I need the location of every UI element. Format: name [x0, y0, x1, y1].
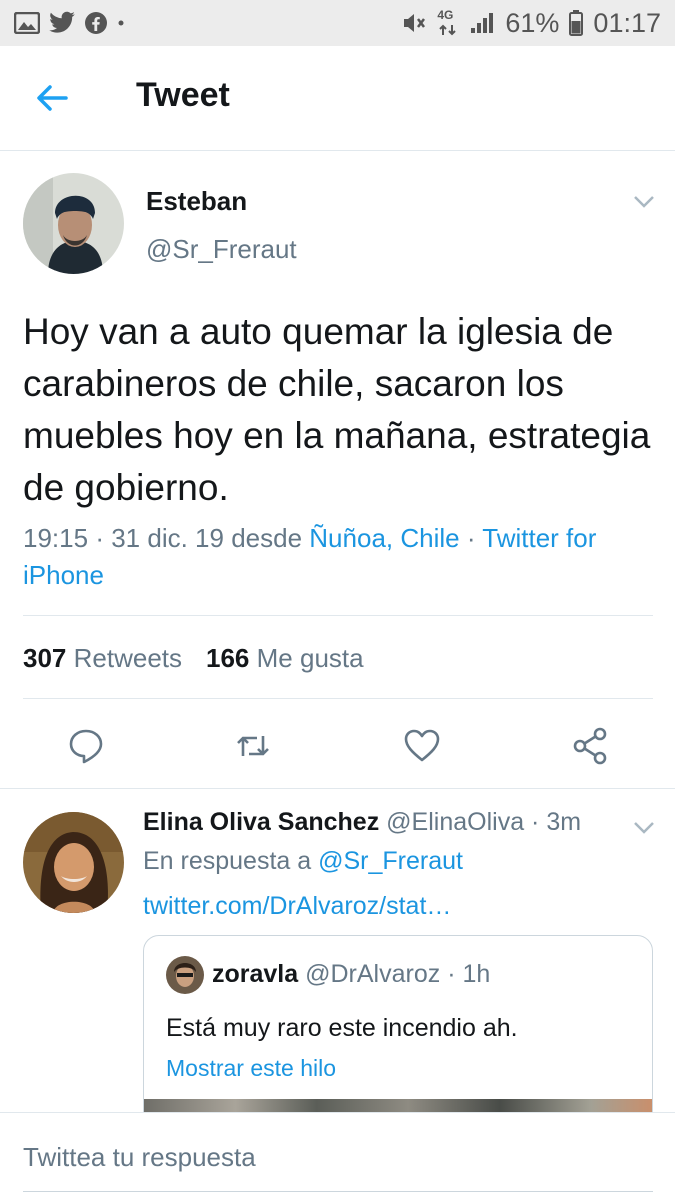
divider [23, 698, 653, 699]
author-name[interactable]: Esteban [146, 186, 247, 217]
tweet-metadata: 19:15 · 31 dic. 19 desde Ñuñoa, Chile · … [23, 523, 597, 590]
back-button[interactable] [30, 78, 74, 118]
battery-icon [569, 10, 584, 36]
reply-author-name[interactable]: Elina Oliva Sanchez [143, 808, 379, 836]
likes-stat[interactable]: 166 Me gusta [206, 643, 364, 674]
facebook-icon [84, 11, 108, 35]
quoted-tweet-text: Está muy raro este incendio ah. [166, 1014, 518, 1042]
author-handle[interactable]: @Sr_Freraut [146, 234, 297, 265]
like-button[interactable] [402, 726, 442, 766]
image-icon [14, 12, 40, 34]
page-title: Tweet [136, 76, 230, 114]
tweet-options-button[interactable] [632, 194, 656, 210]
reply-button[interactable] [66, 726, 106, 766]
tweet-text: Hoy van a auto quemar la iglesia de cara… [23, 311, 651, 508]
chevron-down-icon [632, 196, 656, 214]
quoted-tweet-card[interactable]: zoravla @DrAlvaroz · 1h Está muy raro es… [143, 935, 653, 1137]
reply-input[interactable] [23, 1137, 623, 1177]
chevron-down-icon [632, 822, 656, 840]
reply-author-avatar[interactable] [23, 812, 124, 913]
reply-time: 3m [546, 808, 582, 836]
divider [0, 788, 675, 789]
reply-url-link[interactable]: twitter.com/DrAlvaroz/stat… [143, 892, 451, 921]
reply-author-handle[interactable]: @ElinaOliva [386, 808, 524, 836]
dot-icon [116, 18, 126, 28]
top-app-bar: Tweet [0, 46, 675, 151]
retweet-button[interactable] [233, 726, 273, 766]
quoted-time: 1h [462, 960, 491, 988]
tweet-actions [0, 718, 675, 774]
network-type-icon: 4G [437, 8, 459, 38]
divider [23, 615, 653, 616]
mention-link[interactable]: @Sr_Freraut [318, 847, 463, 875]
retweet-icon [233, 736, 273, 770]
twitter-icon [48, 11, 76, 35]
author-avatar[interactable] [23, 173, 124, 274]
tweet-stats: 307 Retweets 166 Me gusta [23, 643, 364, 674]
in-reply-to: En respuesta a @Sr_Freraut [143, 847, 463, 875]
location-link[interactable]: Ñuñoa, Chile [309, 523, 459, 553]
like-icon [402, 729, 442, 770]
quoted-author-avatar [166, 956, 204, 994]
quoted-header: zoravla @DrAlvaroz · 1h [212, 960, 491, 988]
system-indicators: 4G 61% 01:17 [401, 8, 661, 38]
arrow-left-icon [30, 85, 74, 122]
battery-percent: 61% [505, 7, 560, 38]
reply-icon [66, 729, 106, 770]
mute-icon [401, 11, 427, 35]
notification-icons [14, 8, 126, 38]
signal-icon [469, 11, 495, 35]
reply-header: Elina Oliva Sanchez @ElinaOliva · 3m [143, 808, 582, 836]
input-underline [23, 1191, 653, 1192]
share-icon [571, 727, 611, 770]
quoted-author-handle: @DrAlvaroz [305, 960, 441, 988]
tweet-time: 19:15 [23, 523, 89, 553]
share-button[interactable] [571, 726, 611, 766]
retweets-stat[interactable]: 307 Retweets [23, 643, 182, 674]
show-thread-link[interactable]: Mostrar este hilo [166, 1055, 336, 1082]
quoted-author-name: zoravla [212, 960, 299, 988]
reply-compose-bar [0, 1112, 675, 1201]
clock: 01:17 [593, 7, 661, 38]
reply-options-button[interactable] [632, 820, 656, 836]
status-bar: 4G 61% 01:17 [0, 0, 675, 46]
tweet-date: 31 dic. 19 [111, 523, 224, 553]
